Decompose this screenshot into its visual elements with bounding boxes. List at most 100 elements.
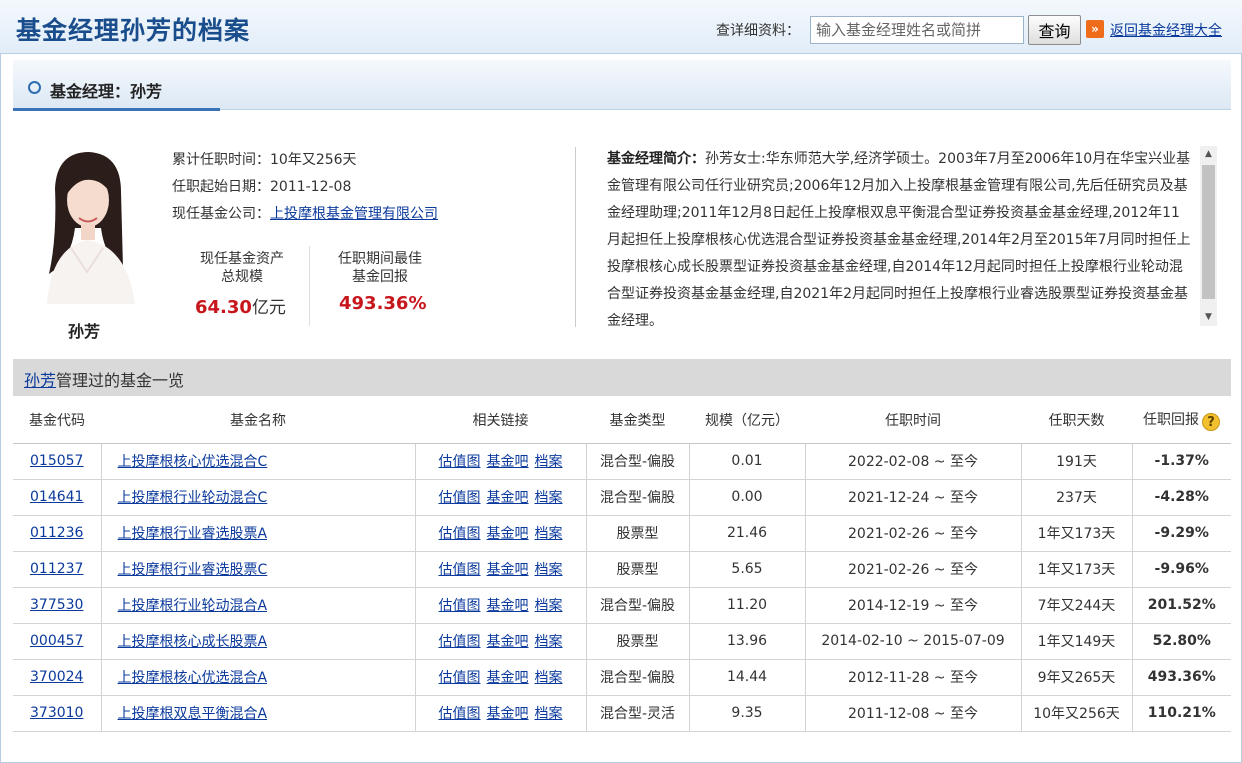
fund-forum-link[interactable]: 基金吧	[487, 454, 529, 470]
fund-links-cell: 估值图 基金吧 档案	[414, 442, 587, 480]
valuation-chart-link[interactable]: 估值图	[439, 598, 481, 614]
fund-code-link[interactable]: 015057	[30, 453, 83, 469]
table-row: 370024 上投摩根核心优选混合A 估值图 基金吧 档案 混合型-偏股 14.44 2012…	[13, 658, 1231, 696]
best-label-line2: 基金回报	[352, 269, 408, 285]
valuation-chart-link[interactable]: 估值图	[439, 706, 481, 722]
fund-profile-link[interactable]: 档案	[535, 562, 563, 578]
fund-size-cell: 21.46	[688, 514, 806, 552]
col-header-code: 基金代码	[13, 397, 101, 444]
valuation-chart-link[interactable]: 估值图	[439, 526, 481, 542]
fund-name-link[interactable]: 上投摩根行业轮动混合A	[118, 598, 268, 614]
search-input[interactable]	[810, 16, 1024, 44]
back-to-managers-link[interactable]: 返回基金经理大全	[1110, 20, 1222, 40]
fund-links-cell: 估值图 基金吧 档案	[414, 586, 587, 624]
fund-forum-link[interactable]: 基金吧	[487, 526, 529, 542]
tenure-return-cell: 493.36%	[1131, 658, 1231, 696]
fund-forum-link[interactable]: 基金吧	[487, 490, 529, 506]
tenure-period-cell: 2011-12-08 ~ 至今	[804, 694, 1022, 732]
company-label: 现任基金公司：	[172, 206, 270, 222]
fund-list-title: 孙芳管理过的基金一览	[24, 367, 184, 391]
fund-code-cell: 377530	[13, 586, 102, 624]
stat-divider	[309, 246, 310, 326]
fund-forum-link[interactable]: 基金吧	[487, 598, 529, 614]
fund-name-link[interactable]: 上投摩根双息平衡混合A	[118, 706, 268, 722]
fund-profile-link[interactable]: 档案	[535, 454, 563, 470]
fund-name-link[interactable]: 上投摩根核心成长股票A	[118, 634, 268, 650]
fund-profile-link[interactable]: 档案	[535, 490, 563, 506]
help-icon[interactable]: ?	[1202, 412, 1220, 431]
tenure-period-cell: 2012-11-28 ~ 至今	[804, 658, 1022, 696]
fund-profile-link[interactable]: 档案	[535, 706, 563, 722]
valuation-chart-link[interactable]: 估值图	[439, 562, 481, 578]
fund-name-link[interactable]: 上投摩根核心优选混合A	[118, 670, 268, 686]
fund-name-link[interactable]: 上投摩根行业睿选股票A	[118, 526, 268, 542]
company-link[interactable]: 上投摩根基金管理有限公司	[270, 206, 438, 222]
fund-name-cell: 上投摩根核心优选混合A	[100, 658, 416, 696]
fund-forum-link[interactable]: 基金吧	[487, 634, 529, 650]
best-return-value: 493.36%	[339, 293, 427, 314]
fund-code-link[interactable]: 370024	[30, 669, 83, 685]
circle-bullet-icon	[28, 81, 41, 94]
fund-forum-link[interactable]: 基金吧	[487, 706, 529, 722]
assets-label-line2: 总规模	[221, 269, 263, 285]
fund-code-link[interactable]: 011237	[30, 561, 83, 577]
tenure-period-cell: 2021-02-26 ~ 至今	[804, 514, 1022, 552]
tenure-days-cell: 237天	[1020, 478, 1133, 516]
fund-name-cell: 上投摩根核心优选混合C	[100, 442, 416, 480]
tenure-return-cell: -4.28%	[1131, 478, 1231, 516]
search-button[interactable]: 查询	[1028, 15, 1081, 45]
fund-code-link[interactable]: 011236	[30, 525, 83, 541]
fund-list-header: 孙芳管理过的基金一览	[13, 359, 1231, 396]
manager-bio: 基金经理简介：孙芳女士:华东师范大学,经济学硕士。2003年7月至2006年10…	[607, 146, 1193, 328]
table-row: 015057 上投摩根核心优选混合C 估值图 基金吧 档案 混合型-偏股 0.01 2022-…	[13, 442, 1231, 480]
bio-scrollbar[interactable]: ▲ ▼	[1200, 146, 1217, 326]
best-label-line1: 任职期间最佳	[338, 251, 422, 267]
fund-name-cell: 上投摩根行业轮动混合A	[100, 586, 416, 624]
tenure-days-cell: 1年又173天	[1020, 514, 1133, 552]
tenure-return-cell: -1.37%	[1131, 442, 1231, 480]
fund-code-link[interactable]: 000457	[30, 633, 83, 649]
fund-code-link[interactable]: 014641	[30, 489, 83, 505]
fund-type-cell: 混合型-灵活	[585, 694, 690, 732]
fund-size-cell: 9.35	[688, 694, 806, 732]
valuation-chart-link[interactable]: 估值图	[439, 670, 481, 686]
fund-links-cell: 估值图 基金吧 档案	[414, 478, 587, 516]
fund-profile-link[interactable]: 档案	[535, 670, 563, 686]
valuation-chart-link[interactable]: 估值图	[439, 634, 481, 650]
fund-code-link[interactable]: 373010	[30, 705, 83, 721]
scroll-up-arrow-icon[interactable]: ▲	[1200, 146, 1217, 163]
fund-code-cell: 014641	[13, 478, 102, 516]
fund-forum-link[interactable]: 基金吧	[487, 670, 529, 686]
tenure-period-cell: 2021-12-24 ~ 至今	[804, 478, 1022, 516]
fund-code-cell: 373010	[13, 694, 102, 732]
bio-label: 基金经理简介：	[607, 151, 705, 167]
col-header-period: 任职时间	[805, 397, 1021, 444]
fund-code-link[interactable]: 377530	[30, 597, 83, 613]
fund-name-cell: 上投摩根双息平衡混合A	[100, 694, 416, 732]
fund-links-cell: 估值图 基金吧 档案	[414, 514, 587, 552]
manager-name-link[interactable]: 孙芳	[24, 371, 56, 390]
fund-name-link[interactable]: 上投摩根行业睿选股票C	[118, 562, 268, 578]
valuation-chart-link[interactable]: 估值图	[439, 490, 481, 506]
fund-type-cell: 股票型	[585, 550, 690, 588]
table-row: 014641 上投摩根行业轮动混合C 估值图 基金吧 档案 混合型-偏股 0.00 2021-…	[13, 478, 1231, 516]
fund-profile-link[interactable]: 档案	[535, 598, 563, 614]
fund-name-link[interactable]: 上投摩根行业轮动混合C	[118, 490, 268, 506]
col-header-type: 基金类型	[586, 397, 689, 444]
tenure-period-cell: 2014-12-19 ~ 至今	[804, 586, 1022, 624]
fund-code-cell: 015057	[13, 442, 102, 480]
tenure-label: 累计任职时间：	[172, 152, 270, 168]
tenure-days-cell: 191天	[1020, 442, 1133, 480]
valuation-chart-link[interactable]: 估值图	[439, 454, 481, 470]
fund-forum-link[interactable]: 基金吧	[487, 562, 529, 578]
fund-name-cell: 上投摩根行业轮动混合C	[100, 478, 416, 516]
tenure-return-cell: 110.21%	[1131, 694, 1231, 732]
scroll-down-arrow-icon[interactable]: ▼	[1200, 309, 1217, 326]
fund-profile-link[interactable]: 档案	[535, 526, 563, 542]
fund-profile-link[interactable]: 档案	[535, 634, 563, 650]
scroll-thumb[interactable]	[1202, 165, 1215, 299]
col-header-return: 任职回报?	[1132, 397, 1231, 444]
fund-name-link[interactable]: 上投摩根核心优选混合C	[118, 454, 268, 470]
fund-size-cell: 5.65	[688, 550, 806, 588]
assets-unit: 亿元	[251, 298, 286, 318]
